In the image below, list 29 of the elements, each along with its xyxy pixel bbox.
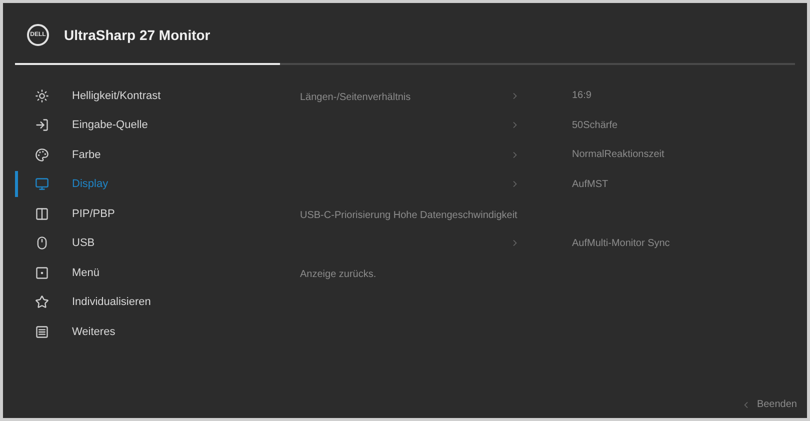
menu-icon [35,324,49,339]
mouse-icon [35,236,49,250]
window-title: UltraSharp 27 Monitor [64,26,210,45]
menu-item[interactable]: USB [72,235,95,252]
menu-item[interactable]: Individualisieren [72,294,151,310]
menu-item[interactable]: Eingabe-Quelle [72,117,148,134]
setting-value: NormalReaktionszeit [572,148,664,162]
menu-item[interactable]: Menü [72,264,100,281]
monitor-icon [35,177,49,192]
setting-label[interactable]: USB-C-Priorisierung Hohe Datengeschwindigkeit [300,210,518,221]
menu-item[interactable]: Display [72,176,108,192]
setting-value: AufMST [572,178,608,192]
columns-icon [35,206,49,221]
setting-label[interactable]: Anzeige zurücks. [300,268,376,280]
selection-bar [15,171,18,198]
square-icon [35,266,49,280]
input-icon [35,118,49,132]
menu-item[interactable]: Helligkeit/Kontrast [72,88,161,104]
setting-value: AufMulti-Monitor Sync [572,236,670,251]
setting-value: 50Schärfe [572,118,618,133]
menu-item[interactable]: PIP/PBP [72,206,115,222]
sun-icon [35,88,49,103]
menu-item[interactable]: Farbe [72,146,101,163]
setting-label[interactable]: Längen-/Seitenverhältnis [300,92,411,103]
palette-icon [35,148,49,162]
menu-item[interactable]: Weiteres [72,324,116,340]
star-icon [35,295,49,310]
setting-value: 16:9 [572,89,592,104]
exit-button[interactable]: Beenden [740,397,797,412]
